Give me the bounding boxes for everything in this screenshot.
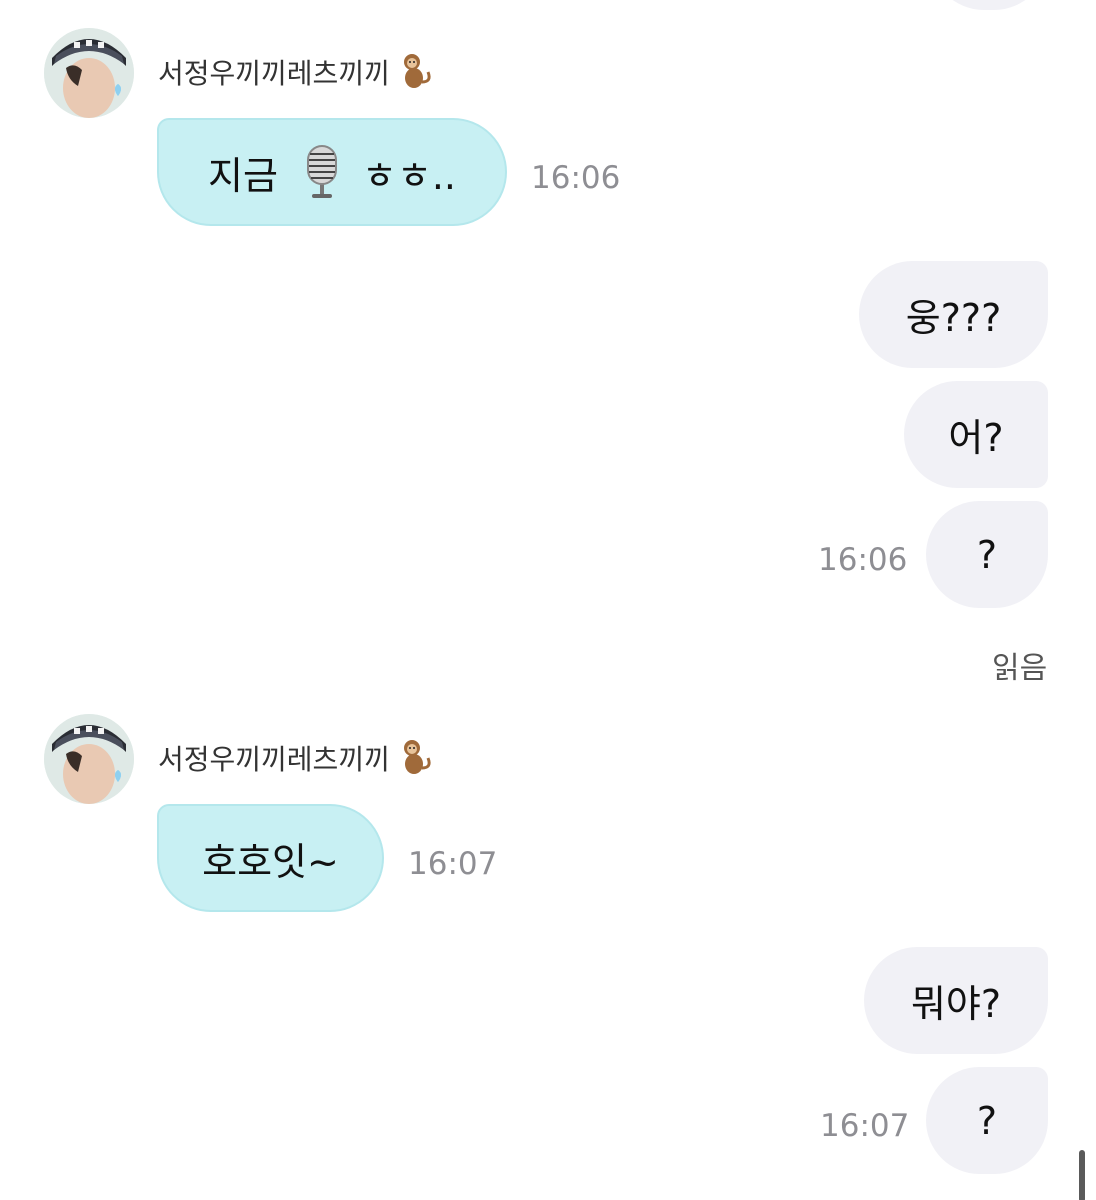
previous-message-bubble[interactable] [930,0,1048,10]
message-text: ? [976,1098,998,1143]
monkey-icon [403,740,431,774]
message-timestamp: 16:07 [408,846,498,882]
message-text: 뭐야? [910,982,1002,1026]
outgoing-message-bubble[interactable]: 뭐야? [864,947,1048,1054]
sender-name: 서정우끼끼레츠끼끼 [158,57,390,90]
monkey-icon [403,54,431,88]
message-text: 어? [948,416,1004,460]
outgoing-message-bubble[interactable]: ? [926,501,1048,608]
microphone-icon [306,145,337,198]
message-text: 웅??? [905,296,1002,340]
incoming-message-bubble[interactable]: 호호잇~ [157,804,384,912]
outgoing-message-bubble[interactable]: ? [926,1067,1048,1174]
sender-name-row: 서정우끼끼레츠끼끼 [158,738,432,778]
sender-name: 서정우끼끼레츠끼끼 [158,743,390,776]
read-receipt: 읽음 [992,651,1048,686]
message-timestamp: 16:06 [531,160,621,196]
message-timestamp: 16:06 [818,542,908,578]
sender-name-row: 서정우끼끼레츠끼끼 [158,52,432,92]
avatar-image [44,714,134,804]
avatar-image [44,28,134,118]
sender-avatar[interactable] [44,714,134,804]
message-text: ? [976,532,998,577]
message-timestamp: 16:07 [820,1108,910,1144]
scrollbar[interactable] [1079,1150,1085,1200]
message-text-suffix: ㅎㅎ.. [361,153,456,198]
sender-avatar[interactable] [44,28,134,118]
chat-screen: 서정우끼끼레츠끼끼 지금 ㅎㅎ.. 16:06 웅??? 어? ? 16:06 … [0,0,1096,1200]
outgoing-message-bubble[interactable]: 웅??? [859,261,1048,368]
incoming-message-bubble[interactable]: 지금 ㅎㅎ.. [157,118,507,226]
message-text: 호호잇~ [202,839,339,884]
message-text-prefix: 지금 [207,153,278,198]
outgoing-message-bubble[interactable]: 어? [904,381,1048,488]
